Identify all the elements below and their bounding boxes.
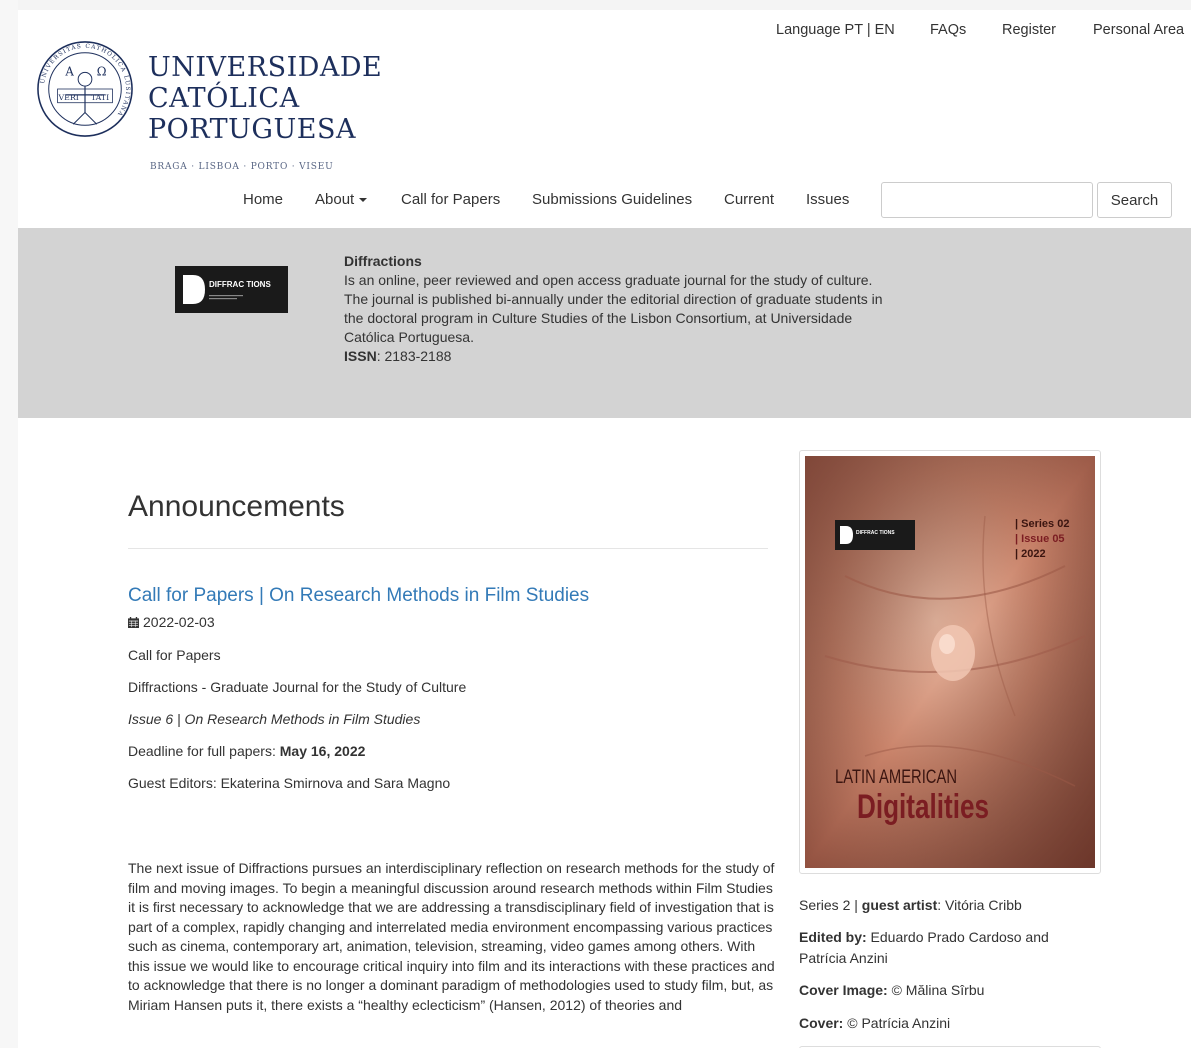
university-wordmark[interactable]: UNIVERSIDADE CATÓLICA PORTUGUESA [148, 52, 382, 145]
campus-cities: BRAGA · LISBOA · PORTO · VISEU [150, 162, 334, 172]
seal-motto-right-text: TATI [91, 93, 109, 102]
nav-about-label: About [315, 191, 355, 208]
nav-current[interactable]: Current [724, 191, 774, 208]
diffractions-logo-text: DIFFRAC TIONS [209, 280, 271, 289]
cover-series-text: | Series 02 [1015, 518, 1069, 530]
series-guest-artist: Series 2 | guest artist: Vitória Cribb [799, 895, 1022, 916]
register-link[interactable]: Register [1002, 22, 1056, 38]
wordmark-line-1: UNIVERSIDADE [148, 52, 383, 83]
edited-by-label: Edited by: [799, 929, 867, 945]
nav-about-dropdown[interactable]: About [315, 191, 368, 208]
announcement-issue-line: Issue 6 | On Research Methods in Film St… [128, 711, 421, 727]
faqs-link[interactable]: FAQs [930, 22, 966, 38]
nav-call-for-papers[interactable]: Call for Papers [401, 191, 500, 208]
search-button[interactable]: Search [1097, 182, 1172, 218]
guest-artist-value: : Vitória Cribb [937, 897, 1022, 913]
cover-value: © Patrícia Anzini [843, 1015, 951, 1031]
personal-area-link[interactable]: Personal Area [1093, 22, 1184, 38]
calendar-icon [128, 617, 139, 628]
journal-description-block: Diffractions Is an online, peer reviewed… [344, 252, 884, 366]
announcements-heading: Announcements [128, 490, 345, 523]
cover-year-text: | 2022 [1015, 548, 1046, 560]
wordmark-line-2: CATÓLICA [148, 83, 300, 114]
deadline-label: Deadline for full papers: [128, 743, 280, 759]
cover-title-line-1: LATIN AMERICAN [835, 767, 957, 788]
nav-home[interactable]: Home [243, 191, 283, 208]
announcement-deadline: Deadline for full papers: May 16, 2022 [128, 743, 365, 759]
announcement-body: The next issue of Diffractions pursues a… [128, 860, 775, 1013]
search-input[interactable] [881, 182, 1093, 218]
caret-down-icon [359, 198, 368, 203]
language-switch-link[interactable]: Language PT | EN [776, 22, 895, 38]
cover-title-line-2: Digitalities [857, 788, 989, 826]
journal-issn: ISSN: 2183-2188 [344, 347, 884, 366]
nav-submissions-guidelines[interactable]: Submissions Guidelines [532, 191, 692, 208]
announcement-date-text: 2022-02-03 [143, 614, 215, 630]
seal-motto-left-text: VERI [58, 93, 79, 102]
cover-image-value: © Mălina Sîrbu [887, 982, 985, 998]
page: Language PT | EN FAQs Register Personal … [18, 10, 1191, 1048]
cover-image-credit: Cover Image: © Mălina Sîrbu [799, 980, 984, 1001]
announcement-journal-line: Diffractions - Graduate Journal for the … [128, 679, 467, 695]
seal-omega-text: Ω [97, 64, 107, 78]
wordmark-line-3: PORTUGUESA [148, 114, 356, 145]
issue-cover-image[interactable]: DIFFRAC TIONS | Series 02 | Issue 05 | 2… [805, 456, 1095, 868]
issn-value: : 2183-2188 [376, 348, 452, 364]
cover-label: Cover: [799, 1015, 844, 1031]
cover-logo-text: DIFFRAC TIONS [856, 530, 895, 536]
browser-frame-top [0, 0, 1191, 10]
series-prefix: Series 2 | [799, 897, 862, 913]
seal-alpha-text: A [64, 64, 74, 78]
journal-description: Is an online, peer reviewed and open acc… [344, 272, 883, 345]
cover-issue-text: | Issue 05 [1015, 533, 1065, 545]
journal-banner: DIFFRAC TIONS Diffractions Is an online,… [18, 228, 1191, 418]
announcement-title-link[interactable]: Call for Papers | On Research Methods in… [128, 585, 589, 607]
deadline-value: May 16, 2022 [279, 743, 366, 759]
diffractions-logo[interactable]: DIFFRAC TIONS [175, 266, 288, 313]
edited-by: Edited by: Eduardo Prado Cardoso and Pat… [799, 927, 1089, 969]
guest-artist-label: guest artist [861, 897, 938, 913]
announcement-editors: Guest Editors: Ekaterina Smirnova and Sa… [128, 775, 451, 791]
announcement-category: Call for Papers [128, 647, 221, 663]
issue-cover-frame[interactable]: DIFFRAC TIONS | Series 02 | Issue 05 | 2… [799, 450, 1101, 874]
cover-image-label: Cover Image: [799, 982, 888, 998]
announcement-date: 2022-02-03 [128, 614, 215, 630]
issn-label: ISSN [344, 348, 377, 364]
browser-frame-left [0, 0, 18, 1048]
divider [128, 548, 768, 549]
nav-issues[interactable]: Issues [806, 191, 849, 208]
journal-title: Diffractions [344, 253, 422, 269]
university-seal[interactable]: A Ω VERI TATI UNIVERSITAS CATHOLICA LUSI… [36, 40, 134, 138]
cover-credit: Cover: © Patrícia Anzini [799, 1013, 950, 1034]
